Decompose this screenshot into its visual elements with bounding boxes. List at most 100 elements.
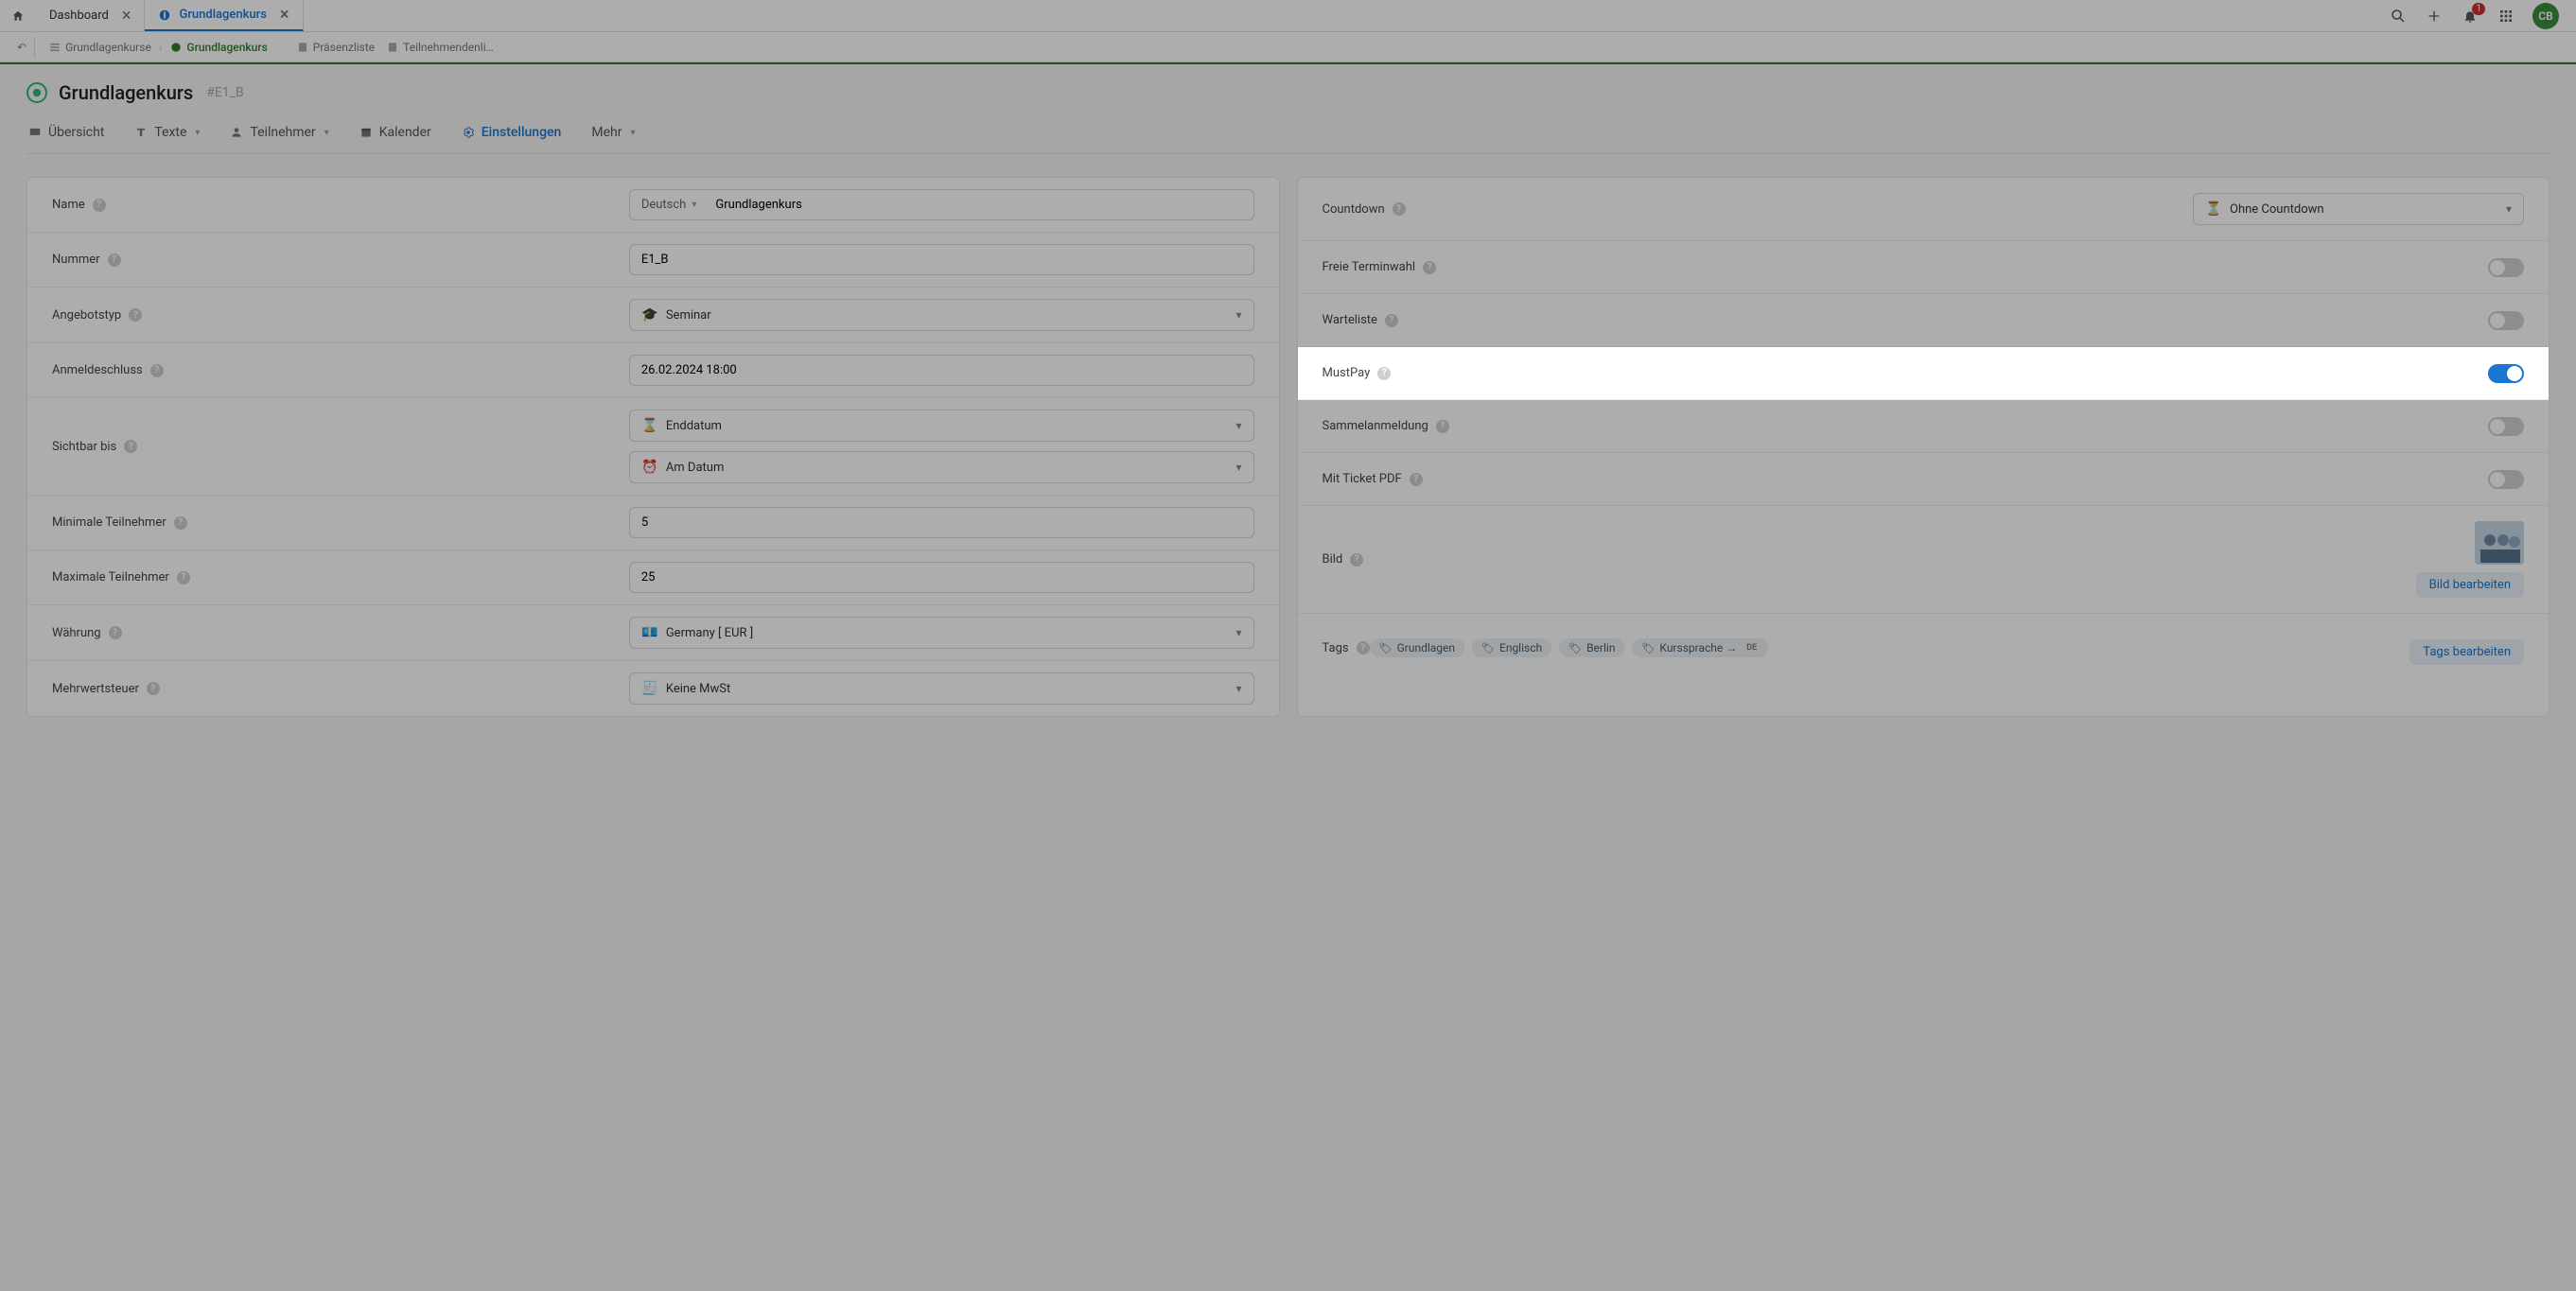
help-icon[interactable]: ? bbox=[108, 253, 121, 267]
min-participants-label: Minimale Teilnehmer bbox=[52, 515, 166, 530]
row-name: Name ? Deutsch ▾ bbox=[27, 178, 1279, 233]
visible-until-label: Sichtbar bis bbox=[52, 440, 116, 454]
tab-more[interactable]: Mehr ▾ bbox=[589, 117, 637, 153]
chevron-down-icon: ▾ bbox=[630, 128, 635, 138]
content: Name ? Deutsch ▾ Nummer ? bbox=[0, 154, 2576, 740]
min-participants-wrap bbox=[629, 507, 1254, 538]
tab-dashboard[interactable]: Dashboard × bbox=[36, 0, 145, 31]
clock-icon: ⏰ bbox=[641, 460, 658, 475]
page-title: Grundlagenkurs bbox=[59, 81, 193, 104]
chevron-down-icon: ▾ bbox=[324, 128, 329, 138]
row-image: Bild ? Bild bearbeiten bbox=[1298, 506, 2550, 614]
tag-icon: 🏷 bbox=[1568, 642, 1582, 654]
chevron-down-icon: ▾ bbox=[195, 128, 200, 138]
help-icon[interactable]: ? bbox=[1357, 641, 1370, 654]
countdown-select[interactable]: ⏳ Ohne Countdown bbox=[2193, 193, 2524, 225]
name-field[interactable] bbox=[715, 198, 1241, 212]
ticket-pdf-toggle[interactable] bbox=[2488, 470, 2524, 489]
help-icon[interactable]: ? bbox=[150, 364, 164, 377]
row-countdown: Countdown ? ⏳ Ohne Countdown bbox=[1298, 178, 2550, 241]
help-icon[interactable]: ? bbox=[1423, 261, 1436, 274]
help-icon[interactable]: ? bbox=[1436, 420, 1449, 433]
bell-icon[interactable]: 1 bbox=[2461, 7, 2480, 26]
help-icon[interactable]: ? bbox=[1377, 367, 1391, 380]
image-label: Bild bbox=[1323, 552, 1343, 567]
row-visible-until: Sichtbar bis ? ⌛ Enddatum ⏰ Am Datum bbox=[27, 398, 1279, 496]
breadcrumb-presence[interactable]: Präsenzliste bbox=[292, 41, 378, 54]
help-icon[interactable]: ? bbox=[1410, 473, 1423, 486]
min-participants-field[interactable] bbox=[641, 515, 1242, 530]
max-participants-wrap bbox=[629, 562, 1254, 593]
tag-chip-lang[interactable]: 🏷Kurssprache →DE bbox=[1632, 638, 1768, 657]
tags-holder: 🏷Grundlagen 🏷Englisch 🏷Berlin 🏷Kurssprac… bbox=[1370, 638, 1769, 657]
help-icon[interactable]: ? bbox=[1350, 553, 1363, 567]
avatar[interactable]: CB bbox=[2532, 3, 2559, 29]
deadline-label: Anmeldeschluss bbox=[52, 363, 143, 377]
group-registration-toggle[interactable] bbox=[2488, 417, 2524, 436]
apps-icon[interactable] bbox=[2497, 7, 2515, 26]
page-tabs: Übersicht Texte ▾ Teilnehmer ▾ Kalender … bbox=[26, 117, 2550, 154]
ticket-pdf-label: Mit Ticket PDF bbox=[1323, 472, 1402, 486]
vat-label: Mehrwertsteuer bbox=[52, 682, 139, 696]
close-icon[interactable]: × bbox=[280, 5, 289, 25]
left-panel: Name ? Deutsch ▾ Nummer ? bbox=[26, 177, 1280, 717]
free-date-label: Freie Terminwahl bbox=[1323, 260, 1416, 274]
help-icon[interactable]: ? bbox=[1393, 202, 1406, 216]
currency-select[interactable]: 💶 Germany [ EUR ] bbox=[629, 617, 1254, 649]
help-icon[interactable]: ? bbox=[177, 571, 190, 584]
currency-label: Währung bbox=[52, 626, 101, 640]
max-participants-field[interactable] bbox=[641, 570, 1242, 584]
tab-settings[interactable]: Einstellungen bbox=[460, 117, 564, 153]
language-selector[interactable]: Deutsch ▾ bbox=[641, 198, 697, 212]
help-icon[interactable]: ? bbox=[1385, 314, 1398, 327]
name-label: Name bbox=[52, 198, 85, 212]
page-id: #E1_B bbox=[206, 85, 243, 100]
row-waitlist: Warteliste ? bbox=[1298, 294, 2550, 347]
help-icon[interactable]: ? bbox=[93, 199, 106, 212]
tab-texts[interactable]: Texte ▾ bbox=[132, 117, 202, 153]
help-icon[interactable]: ? bbox=[124, 440, 137, 453]
tag-chip[interactable]: 🏷Berlin bbox=[1559, 638, 1624, 657]
breadcrumb-participants[interactable]: Teilnehmendenli… bbox=[382, 41, 498, 54]
breadcrumb-root[interactable]: Grundlagenkurse bbox=[44, 41, 155, 54]
help-icon[interactable]: ? bbox=[109, 626, 122, 639]
edit-image-button[interactable]: Bild bearbeiten bbox=[2416, 572, 2524, 598]
max-participants-label: Maximale Teilnehmer bbox=[52, 570, 169, 584]
chevron-right-icon: › bbox=[159, 41, 163, 54]
help-icon[interactable]: ? bbox=[174, 516, 187, 530]
row-vat: Mehrwertsteuer ? 🧾 Keine MwSt bbox=[27, 661, 1279, 716]
add-icon[interactable] bbox=[2425, 7, 2444, 26]
help-icon[interactable]: ? bbox=[147, 682, 160, 695]
mustpay-toggle[interactable] bbox=[2488, 364, 2524, 383]
visible-until-select-2[interactable]: ⏰ Am Datum bbox=[629, 451, 1254, 483]
number-input-wrap bbox=[629, 244, 1254, 275]
visible-until-select-1[interactable]: ⌛ Enddatum bbox=[629, 410, 1254, 442]
breadcrumb-course[interactable]: Grundlagenkurs bbox=[166, 41, 271, 54]
hourglass-icon: ⌛ bbox=[641, 418, 658, 433]
tab-participants[interactable]: Teilnehmer ▾ bbox=[228, 117, 330, 153]
close-icon[interactable]: × bbox=[122, 6, 131, 26]
help-icon[interactable]: ? bbox=[129, 308, 142, 322]
flag-de: DE bbox=[1744, 643, 1759, 653]
number-field[interactable] bbox=[641, 253, 1242, 267]
offer-type-select[interactable]: 🎓 Seminar bbox=[629, 299, 1254, 331]
waitlist-toggle[interactable] bbox=[2488, 311, 2524, 330]
vat-select[interactable]: 🧾 Keine MwSt bbox=[629, 672, 1254, 705]
tab-course[interactable]: Grundlagenkurs × bbox=[145, 0, 303, 31]
deadline-field[interactable] bbox=[641, 363, 1242, 377]
tab-calendar[interactable]: Kalender bbox=[358, 117, 433, 153]
name-input[interactable]: Deutsch ▾ bbox=[629, 189, 1254, 220]
edit-tags-button[interactable]: Tags bearbeiten bbox=[2410, 639, 2524, 665]
tab-overview[interactable]: Übersicht bbox=[26, 117, 106, 153]
tag-icon: 🏷 bbox=[1379, 642, 1393, 654]
tag-chip[interactable]: 🏷Englisch bbox=[1472, 638, 1551, 657]
free-date-toggle[interactable] bbox=[2488, 258, 2524, 277]
home-icon[interactable] bbox=[0, 0, 36, 31]
deadline-input-wrap bbox=[629, 355, 1254, 386]
row-tags: Tags ? 🏷Grundlagen 🏷Englisch 🏷Berlin 🏷Ku… bbox=[1298, 614, 2550, 682]
money-icon: 💶 bbox=[641, 625, 658, 640]
row-ticket-pdf: Mit Ticket PDF ? bbox=[1298, 453, 2550, 506]
back-icon[interactable]: ↶ bbox=[9, 37, 35, 58]
tag-chip[interactable]: 🏷Grundlagen bbox=[1370, 638, 1464, 657]
search-icon[interactable] bbox=[2389, 7, 2408, 26]
